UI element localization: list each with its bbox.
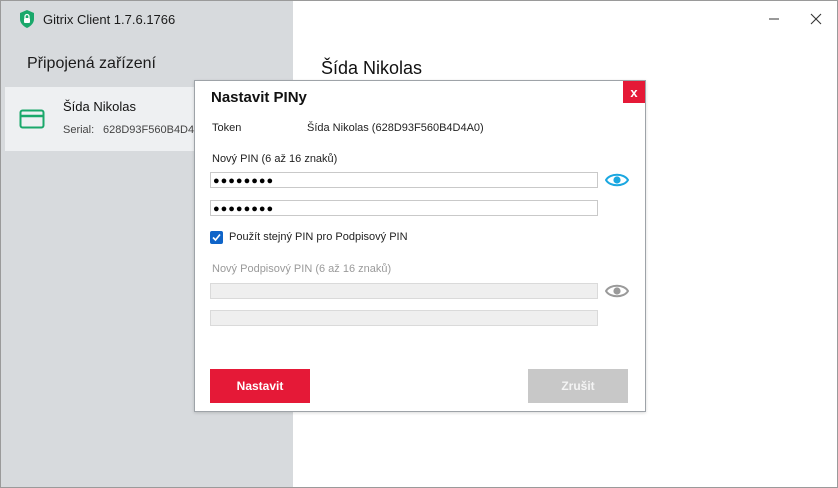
minimize-button[interactable] [753,1,795,37]
confirm-pin-input[interactable]: ●●●●●●●● [210,200,598,216]
same-pin-checkbox[interactable] [210,231,223,244]
sign-pin-label: Nový Podpisový PIN (6 až 16 znaků) [212,263,392,275]
shield-lock-icon [20,10,34,28]
dialog-close-button[interactable]: x [623,81,645,103]
device-name: Šída Nikolas [63,99,136,114]
token-label: Token [212,122,242,134]
checkmark-icon [212,233,221,242]
same-pin-checkbox-label[interactable]: Použít stejný PIN pro Podpisový PIN [229,231,408,243]
confirm-sign-pin-input [210,310,598,326]
new-pin-label: Nový PIN (6 až 16 znaků) [212,153,338,165]
show-sign-pin-eye-icon [605,284,629,298]
device-serial-label: Serial: [63,124,95,136]
app-window: Připojená zařízení Šída Nikolas Serial: … [0,0,838,488]
close-window-button[interactable] [795,1,837,37]
set-pins-dialog: Nastavit PINy x Token Šída Nikolas (628D… [194,80,646,412]
set-button[interactable]: Nastavit [210,369,310,403]
show-pin-eye-icon[interactable] [605,172,629,188]
main-device-title: Šída Nikolas [321,58,423,78]
close-icon [810,13,822,25]
sign-pin-input [210,283,598,299]
minimize-icon [769,18,779,20]
title-bar: Gitrix Client 1.7.6.1766 [1,1,837,37]
new-pin-input[interactable]: ●●●●●●●● [210,172,598,188]
sidebar-heading: Připojená zařízení [27,55,156,72]
device-serial-value: 628D93F560B4D4A0 [103,124,208,136]
token-value: Šída Nikolas (628D93F560B4D4A0) [307,122,484,134]
app-title: Gitrix Client 1.7.6.1766 [43,12,176,27]
card-icon [19,109,45,129]
cancel-button[interactable]: Zrušit [528,369,628,403]
dialog-title: Nastavit PINy [211,89,307,106]
